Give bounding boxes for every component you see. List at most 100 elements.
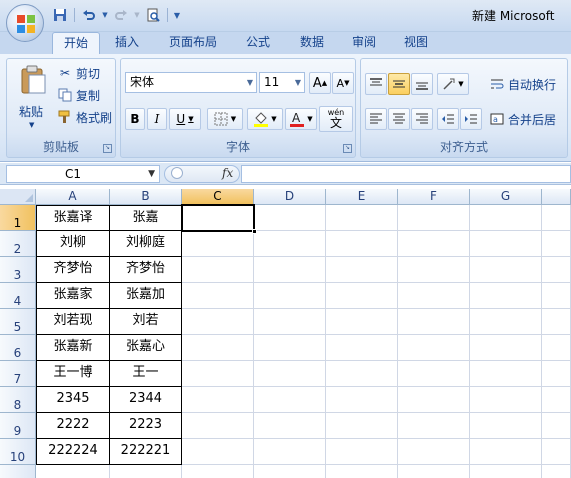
- insert-function-icon[interactable]: fx: [222, 166, 233, 180]
- row-header-2[interactable]: 2: [0, 231, 36, 257]
- orientation-button[interactable]: ▼: [437, 73, 469, 95]
- cell-f3[interactable]: [398, 257, 470, 283]
- cell-c3[interactable]: [182, 257, 254, 283]
- cell-h1[interactable]: [542, 205, 571, 231]
- tab-view[interactable]: 视图: [394, 32, 438, 54]
- cell-g4[interactable]: [470, 283, 542, 309]
- merge-center-button[interactable]: a 合并后居: [489, 109, 556, 129]
- cell-d10[interactable]: [254, 439, 326, 465]
- redo-dropdown-icon[interactable]: ▼: [133, 6, 141, 24]
- decrease-indent-button[interactable]: [437, 108, 459, 130]
- cell-d2[interactable]: [254, 231, 326, 257]
- formula-input[interactable]: [241, 165, 571, 183]
- row-header-5[interactable]: 5: [0, 309, 36, 335]
- cell-b6[interactable]: 张嘉心: [110, 335, 182, 361]
- cell-b2[interactable]: 刘柳庭: [110, 231, 182, 257]
- cell-a2[interactable]: 刘柳: [36, 231, 110, 257]
- row-header-6[interactable]: 6: [0, 335, 36, 361]
- worksheet[interactable]: ABCDEFG 1234567891011 张嘉译张嘉刘柳刘柳庭齐梦怡齐梦怡张嘉…: [0, 185, 571, 478]
- cell-d5[interactable]: [254, 309, 326, 335]
- shrink-font-button[interactable]: A ▼: [332, 72, 354, 94]
- cell-b5[interactable]: 刘若: [110, 309, 182, 335]
- align-right-button[interactable]: [411, 108, 433, 130]
- cell-d7[interactable]: [254, 361, 326, 387]
- italic-button[interactable]: I: [147, 108, 167, 130]
- align-middle-button[interactable]: [388, 73, 410, 95]
- cell-c10[interactable]: [182, 439, 254, 465]
- font-name-select[interactable]: 宋体 ▼: [125, 72, 257, 93]
- cell-g9[interactable]: [470, 413, 542, 439]
- cell-b11[interactable]: [110, 465, 182, 478]
- cell-a1[interactable]: 张嘉译: [36, 205, 110, 231]
- cell-f6[interactable]: [398, 335, 470, 361]
- column-header-b[interactable]: B: [110, 189, 182, 205]
- tab-insert[interactable]: 插入: [104, 32, 150, 54]
- cell-b10[interactable]: 222221: [110, 439, 182, 465]
- cell-e7[interactable]: [326, 361, 398, 387]
- wrap-text-button[interactable]: 自动换行: [489, 74, 556, 94]
- undo-icon[interactable]: [79, 6, 99, 24]
- cell-g2[interactable]: [470, 231, 542, 257]
- cell-g3[interactable]: [470, 257, 542, 283]
- select-all-button[interactable]: [0, 189, 36, 205]
- borders-button[interactable]: ▼: [207, 108, 243, 130]
- row-header-1[interactable]: 1: [0, 205, 36, 231]
- column-header-e[interactable]: E: [326, 189, 398, 205]
- cell-f11[interactable]: [398, 465, 470, 478]
- tab-data[interactable]: 数据: [290, 32, 334, 54]
- cell-d4[interactable]: [254, 283, 326, 309]
- cell-f1[interactable]: [398, 205, 470, 231]
- align-center-button[interactable]: [388, 108, 410, 130]
- clipboard-launcher-icon[interactable]: ↘: [103, 144, 112, 153]
- undo-dropdown-icon[interactable]: ▼: [101, 6, 109, 24]
- row-header-11[interactable]: 11: [0, 465, 36, 478]
- cell-h3[interactable]: [542, 257, 571, 283]
- row-header-4[interactable]: 4: [0, 283, 36, 309]
- tab-formulas[interactable]: 公式: [236, 32, 280, 54]
- cell-c6[interactable]: [182, 335, 254, 361]
- row-header-9[interactable]: 9: [0, 413, 36, 439]
- cell-c11[interactable]: [182, 465, 254, 478]
- column-header-c[interactable]: C: [182, 189, 254, 205]
- cell-g11[interactable]: [470, 465, 542, 478]
- cell-h5[interactable]: [542, 309, 571, 335]
- cell-e8[interactable]: [326, 387, 398, 413]
- print-preview-icon[interactable]: [143, 6, 163, 24]
- cell-a4[interactable]: 张嘉家: [36, 283, 110, 309]
- cell-h2[interactable]: [542, 231, 571, 257]
- phonetic-guide-button[interactable]: wén 文: [319, 106, 353, 132]
- row-header-7[interactable]: 7: [0, 361, 36, 387]
- cell-c4[interactable]: [182, 283, 254, 309]
- align-top-button[interactable]: [365, 73, 387, 95]
- cell-h7[interactable]: [542, 361, 571, 387]
- cell-b3[interactable]: 齐梦怡: [110, 257, 182, 283]
- cell-e4[interactable]: [326, 283, 398, 309]
- cell-h4[interactable]: [542, 283, 571, 309]
- cell-g10[interactable]: [470, 439, 542, 465]
- cell-h9[interactable]: [542, 413, 571, 439]
- increase-indent-button[interactable]: [460, 108, 482, 130]
- customize-icon[interactable]: ▼: [172, 6, 182, 24]
- column-header-f[interactable]: F: [398, 189, 470, 205]
- cell-d1[interactable]: [254, 205, 326, 231]
- cell-d8[interactable]: [254, 387, 326, 413]
- cell-a3[interactable]: 齐梦怡: [36, 257, 110, 283]
- cell-g7[interactable]: [470, 361, 542, 387]
- cell-g5[interactable]: [470, 309, 542, 335]
- cell-c5[interactable]: [182, 309, 254, 335]
- cell-d3[interactable]: [254, 257, 326, 283]
- cell-g8[interactable]: [470, 387, 542, 413]
- redo-icon[interactable]: [111, 6, 131, 24]
- cell-e2[interactable]: [326, 231, 398, 257]
- align-bottom-button[interactable]: [411, 73, 433, 95]
- cell-d11[interactable]: [254, 465, 326, 478]
- column-header-d[interactable]: D: [254, 189, 326, 205]
- paste-button[interactable]: 粘贴 ▼: [11, 63, 55, 133]
- cell-b9[interactable]: 2223: [110, 413, 182, 439]
- name-box[interactable]: C1 ▼: [6, 165, 160, 183]
- font-size-select[interactable]: 11 ▼: [259, 72, 305, 93]
- cell-e3[interactable]: [326, 257, 398, 283]
- cell-e10[interactable]: [326, 439, 398, 465]
- cell-b8[interactable]: 2344: [110, 387, 182, 413]
- grow-font-button[interactable]: A ▲: [309, 72, 331, 94]
